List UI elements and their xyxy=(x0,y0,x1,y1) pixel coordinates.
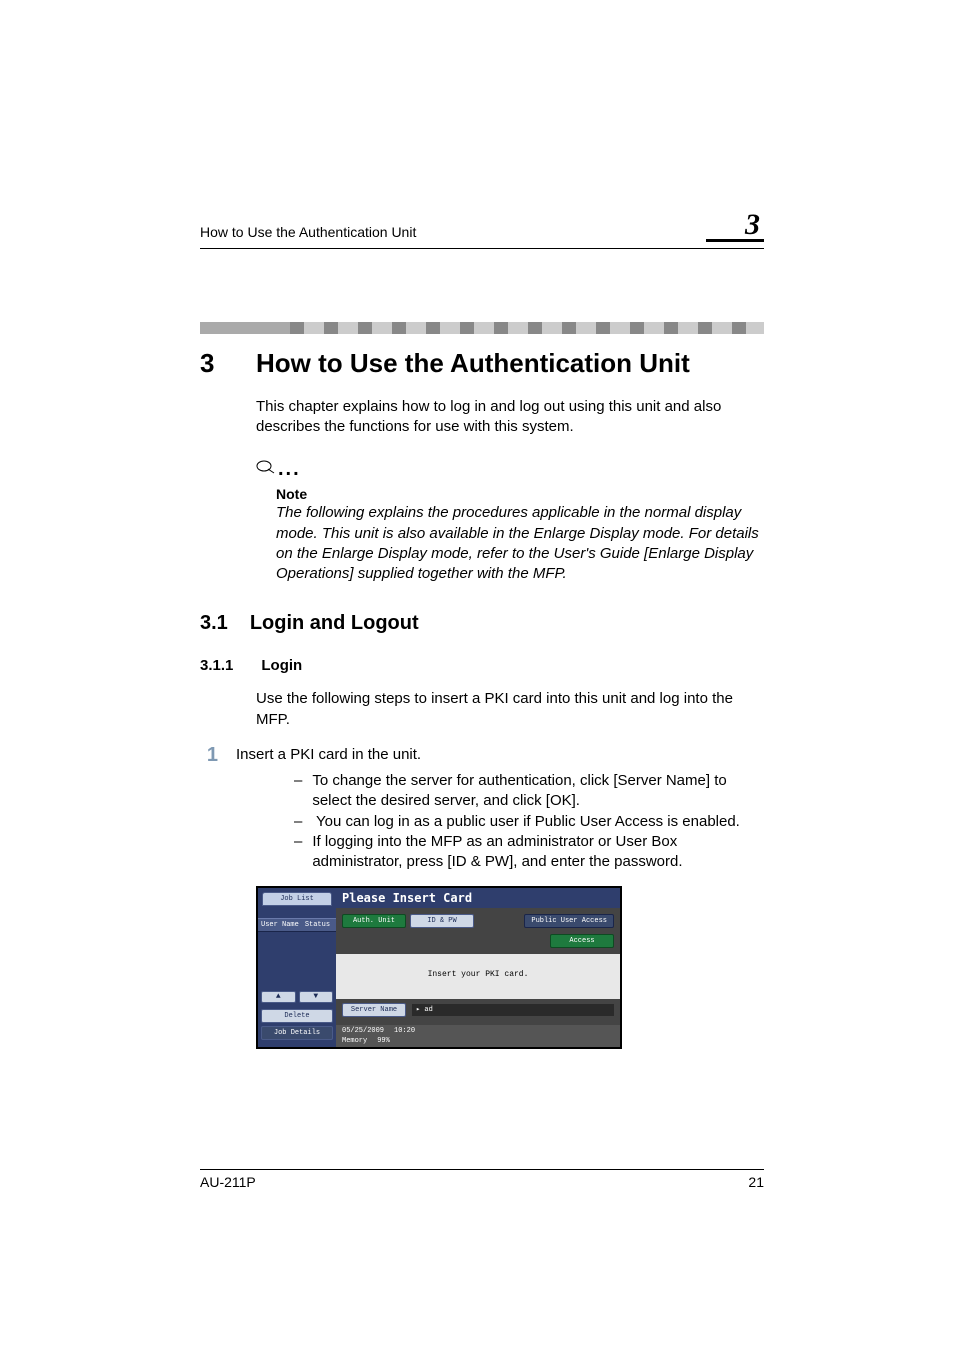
page-footer: AU-211P 21 xyxy=(200,1169,764,1190)
step-1: 1 Insert a PKI card in the unit. xyxy=(200,745,764,765)
footer-time: 10:20 xyxy=(394,1027,415,1035)
server-name-field: ▸ ad xyxy=(412,1004,614,1016)
running-head: How to Use the Authentication Unit 3 xyxy=(200,210,764,249)
id-pw-button[interactable]: ID & PW xyxy=(410,914,474,928)
note-icon xyxy=(256,458,276,480)
job-list-area xyxy=(258,932,336,988)
list-item: – If logging into the MFP as an administ… xyxy=(294,832,764,873)
footer-memory-label: Memory xyxy=(342,1037,367,1045)
step-number: 1 xyxy=(200,745,218,765)
dash-bullet: – xyxy=(294,832,302,873)
chapter-title-text: How to Use the Authentication Unit xyxy=(256,348,690,379)
section-number: 3.1 xyxy=(200,612,228,635)
dash-bullet: – xyxy=(294,812,306,832)
step-1-sublist: – To change the server for authenticatio… xyxy=(294,771,764,872)
server-name-button[interactable]: Server Name xyxy=(342,1003,406,1017)
insert-card-message: Insert your PKI card. xyxy=(336,970,620,979)
footer-date: 05/25/2009 xyxy=(342,1027,384,1035)
job-details-button[interactable]: Job Details xyxy=(261,1026,333,1040)
col-user-name: User Name xyxy=(258,919,302,931)
list-item-text: You can log in as a public user if Publi… xyxy=(316,812,740,832)
running-title: How to Use the Authentication Unit xyxy=(200,224,416,240)
scroll-down-button[interactable]: ▼ xyxy=(299,991,334,1003)
dash-bullet: – xyxy=(294,771,302,812)
note-block: ... Note The following explains the proc… xyxy=(256,456,764,585)
footer-memory-value: 99% xyxy=(377,1037,390,1045)
panel-footer: 05/25/2009 10:20 xyxy=(336,1025,620,1037)
col-status: Status xyxy=(302,919,333,931)
job-list-tab[interactable]: Job List xyxy=(262,892,332,906)
list-item: – To change the server for authenticatio… xyxy=(294,771,764,812)
list-item: – You can log in as a public user if Pub… xyxy=(294,812,764,832)
note-label: Note xyxy=(276,485,764,504)
access-button[interactable]: Access xyxy=(550,934,614,948)
chapter-title-number: 3 xyxy=(200,348,222,379)
section-title: Login and Logout xyxy=(250,612,419,635)
list-item-text: If logging into the MFP as an administra… xyxy=(312,832,764,873)
delete-button[interactable]: Delete xyxy=(261,1009,333,1023)
list-item-text: To change the server for authentication,… xyxy=(312,771,764,812)
note-text: The following explains the procedures ap… xyxy=(276,503,764,584)
footer-page-number: 21 xyxy=(748,1174,764,1190)
chapter-intro: This chapter explains how to log in and … xyxy=(256,397,764,438)
decorative-stripe xyxy=(200,322,764,334)
header-rule xyxy=(200,248,764,249)
public-user-access-button[interactable]: Public User Access xyxy=(524,914,614,928)
subsection-intro: Use the following steps to insert a PKI … xyxy=(256,689,764,730)
section-heading: 3.1 Login and Logout xyxy=(200,612,764,635)
panel-title: Please Insert Card xyxy=(336,888,620,908)
mfp-panel-screenshot: Job List Please Insert Card User Name St… xyxy=(256,886,622,1049)
subsection-heading: 3.1.1 Login xyxy=(200,657,764,674)
footer-model: AU-211P xyxy=(200,1174,256,1190)
chapter-number-tab: 3 xyxy=(745,210,764,240)
job-list-header: User Name Status xyxy=(258,918,336,932)
subsection-number: 3.1.1 xyxy=(200,657,233,674)
auth-unit-button[interactable]: Auth. Unit xyxy=(342,914,406,928)
note-ellipsis: ... xyxy=(278,458,301,480)
step-text: Insert a PKI card in the unit. xyxy=(236,745,421,765)
chapter-title: 3 How to Use the Authentication Unit xyxy=(200,348,764,379)
subsection-title: Login xyxy=(261,657,302,674)
scroll-up-button[interactable]: ▲ xyxy=(261,991,296,1003)
